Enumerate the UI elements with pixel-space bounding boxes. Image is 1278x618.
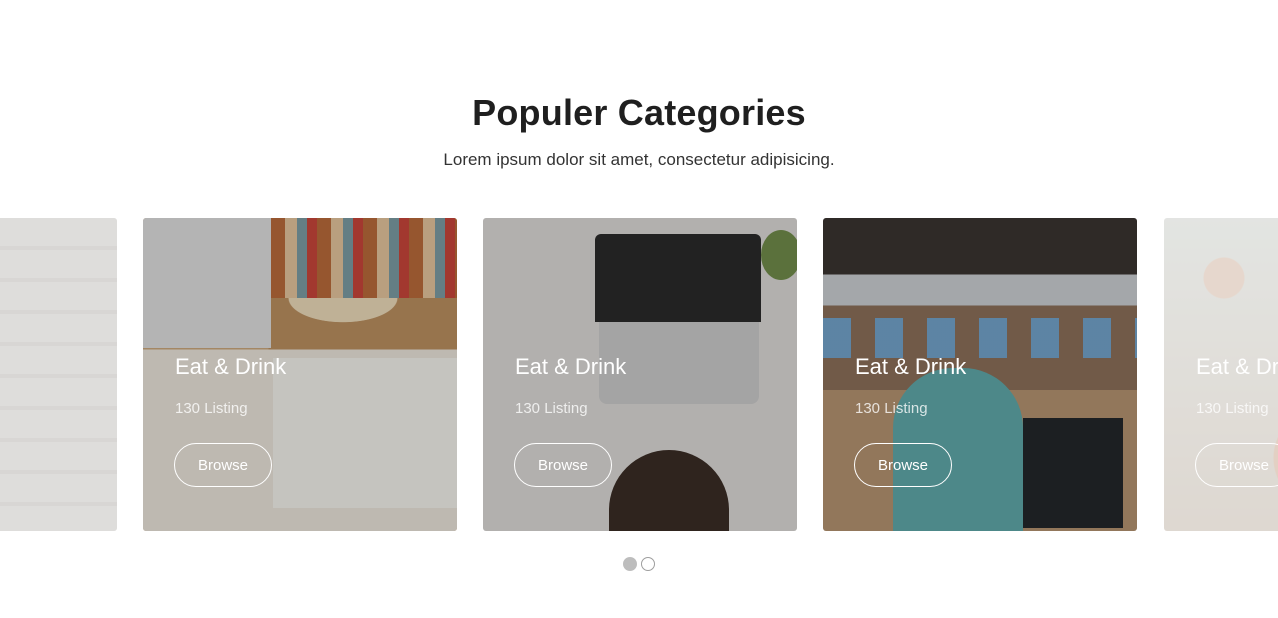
- category-name: Eat & Drink: [515, 354, 627, 379]
- browse-button[interactable]: Browse: [854, 443, 952, 487]
- category-card[interactable]: Eat & Drink 130 Listing Browse: [823, 218, 1137, 531]
- category-name: Eat & Drink: [175, 354, 287, 379]
- popular-categories-section: Populer Categories Lorem ipsum dolor sit…: [0, 0, 1278, 618]
- section-title: Populer Categories: [472, 92, 806, 133]
- section-subtitle: Lorem ipsum dolor sit amet, consectetur …: [443, 150, 835, 169]
- pagination-dot-2[interactable]: [641, 557, 655, 571]
- category-name: Eat & Drink: [855, 354, 967, 379]
- browse-button[interactable]: Browse: [174, 443, 272, 487]
- listing-count: 130 Listing: [855, 400, 928, 417]
- category-card[interactable]: [0, 218, 117, 531]
- listing-count: 130 Listing: [515, 400, 588, 417]
- category-name: Eat & Drink: [1196, 354, 1278, 379]
- pagination-dot-1[interactable]: [623, 557, 637, 571]
- listing-count: 130 Listing: [1196, 400, 1269, 417]
- category-card[interactable]: Eat & Drink 130 Listing Browse: [1164, 218, 1278, 531]
- category-card[interactable]: Eat & Drink 130 Listing Browse: [143, 218, 457, 531]
- category-carousel[interactable]: Eat & Drink 130 Listing Browse Eat & Dri…: [0, 218, 1278, 531]
- browse-button[interactable]: Browse: [1195, 443, 1278, 487]
- category-card[interactable]: Eat & Drink 130 Listing Browse: [483, 218, 797, 531]
- listing-count: 130 Listing: [175, 400, 248, 417]
- browse-button[interactable]: Browse: [514, 443, 612, 487]
- carousel-pagination: [0, 557, 1278, 571]
